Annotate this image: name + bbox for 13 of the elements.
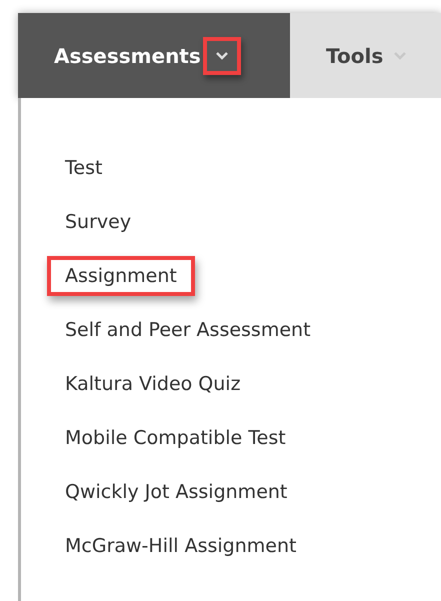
caret-icon[interactable]: [202, 36, 241, 74]
tab-label: Tools: [326, 42, 384, 70]
menu-item[interactable]: Assignment: [47, 256, 195, 296]
menu-tab[interactable]: Assessments: [18, 13, 290, 98]
menu-tab[interactable]: Tools: [290, 13, 441, 98]
menu-item[interactable]: Survey: [65, 195, 132, 249]
menu-item[interactable]: Qwickly Jot Assignment: [65, 465, 288, 519]
menu-item[interactable]: Self and Peer Assessment: [65, 303, 311, 357]
menu-item[interactable]: Kaltura Video Quiz: [65, 357, 241, 411]
menu-item[interactable]: Mobile Compatible Test: [65, 411, 286, 465]
menu-item[interactable]: McGraw-Hill Assignment: [65, 519, 296, 573]
tab-label: Assessments: [54, 42, 201, 70]
menu-item[interactable]: Test: [65, 141, 102, 195]
